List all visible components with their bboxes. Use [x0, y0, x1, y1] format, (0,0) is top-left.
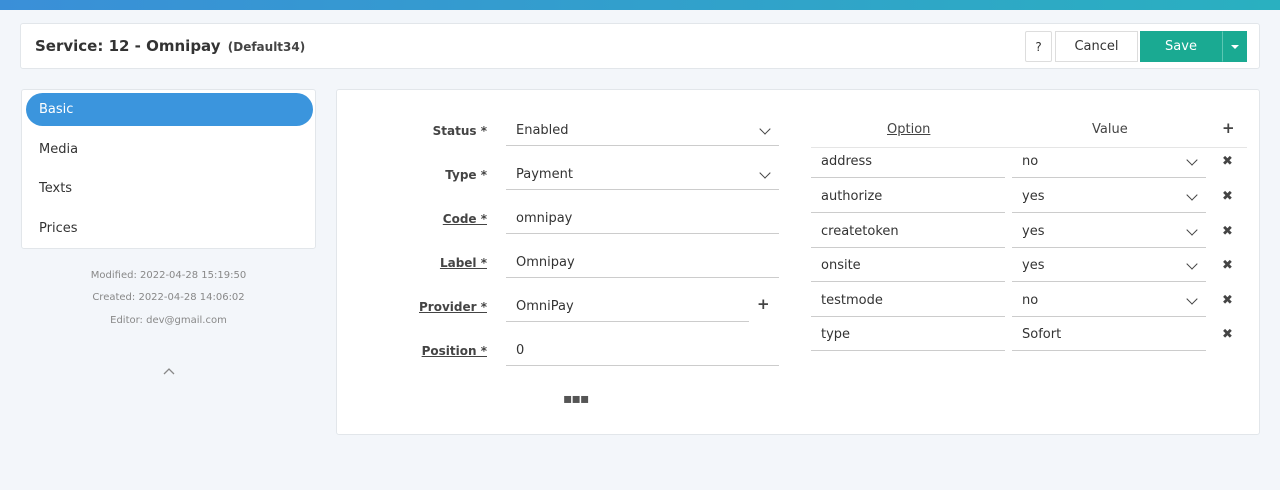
provider-value: OmniPay — [516, 299, 574, 314]
position-label: Position * — [421, 344, 487, 358]
close-icon[interactable]: ✖ — [1222, 189, 1233, 204]
cancel-button[interactable]: Cancel — [1055, 31, 1138, 62]
option-key-input[interactable]: address — [811, 149, 1005, 178]
provider-label: Provider * — [419, 300, 487, 314]
option-key-input[interactable]: type — [811, 322, 1005, 351]
page-header: Service: 12 - Omnipay (Default34) ? Canc… — [20, 23, 1260, 69]
option-value-input[interactable]: Sofort — [1012, 322, 1206, 351]
help-button[interactable]: ? — [1025, 31, 1052, 62]
code-value: omnipay — [516, 211, 573, 226]
more-icon[interactable]: ▪▪▪ — [563, 391, 589, 407]
option-value-select[interactable]: yes — [1012, 219, 1206, 248]
provider-input[interactable]: OmniPay — [506, 293, 749, 322]
label-value: Omnipay — [516, 255, 575, 270]
option-value-select[interactable]: no — [1012, 149, 1206, 178]
option-key-input[interactable]: onsite — [811, 253, 1005, 282]
status-select[interactable]: Enabled — [506, 117, 779, 146]
code-input[interactable]: omnipay — [506, 205, 779, 234]
option-value-select[interactable]: no — [1012, 288, 1206, 317]
chevron-down-icon — [1186, 293, 1198, 305]
service-site: (Default34) — [227, 40, 306, 54]
close-icon[interactable]: ✖ — [1222, 224, 1233, 239]
nav-item-media[interactable]: Media — [26, 133, 313, 166]
save-button[interactable]: Save — [1140, 31, 1222, 62]
value-header: Value — [1092, 122, 1128, 137]
position-value: 0 — [516, 343, 525, 358]
close-icon[interactable]: ✖ — [1222, 293, 1233, 308]
type-value: Payment — [516, 167, 573, 182]
chevron-down-icon — [1186, 258, 1198, 270]
save-options-button[interactable] — [1222, 31, 1247, 62]
chevron-down-icon — [1186, 154, 1198, 166]
chevron-up-icon[interactable] — [163, 365, 175, 378]
created-date: Created: 2022-04-28 14:06:02 — [92, 292, 245, 303]
details-panel: Status * Enabled Type * Payment Code * o… — [336, 89, 1260, 435]
nav-item-basic[interactable]: Basic — [26, 93, 313, 126]
option-value: no — [1022, 154, 1039, 169]
top-accent-bar — [0, 0, 1280, 10]
option-value-select[interactable]: yes — [1012, 184, 1206, 213]
service-title: Service: 12 - Omnipay — [35, 37, 221, 55]
options-divider — [811, 147, 1247, 148]
option-value: yes — [1022, 258, 1045, 273]
position-input[interactable]: 0 — [506, 337, 779, 366]
modified-date: Modified: 2022-04-28 15:19:50 — [90, 270, 247, 281]
close-icon[interactable]: ✖ — [1222, 327, 1233, 342]
option-value-select[interactable]: yes — [1012, 253, 1206, 282]
plus-icon[interactable]: + — [757, 295, 770, 313]
option-value: no — [1022, 293, 1039, 308]
page-title: Service: 12 - Omnipay (Default34) — [35, 37, 305, 55]
label-input[interactable]: Omnipay — [506, 249, 779, 278]
type-select[interactable]: Payment — [506, 161, 779, 190]
option-header[interactable]: Option — [887, 122, 930, 137]
option-key-input[interactable]: testmode — [811, 288, 1005, 317]
option-key-input[interactable]: authorize — [811, 184, 1005, 213]
chevron-down-icon — [759, 167, 771, 179]
status-value: Enabled — [516, 123, 569, 138]
close-icon[interactable]: ✖ — [1222, 258, 1233, 273]
nav-item-texts[interactable]: Texts — [26, 172, 313, 205]
editor-info: Editor: dev@gmail.com — [110, 315, 227, 326]
option-value: yes — [1022, 189, 1045, 204]
type-label: Type * — [445, 168, 487, 182]
chevron-down-icon — [1186, 189, 1198, 201]
nav-item-prices[interactable]: Prices — [26, 212, 313, 245]
option-value: yes — [1022, 224, 1045, 239]
close-icon[interactable]: ✖ — [1222, 154, 1233, 169]
caret-down-icon — [1230, 44, 1239, 49]
option-key-input[interactable]: createtoken — [811, 219, 1005, 248]
code-label: Code * — [442, 212, 487, 226]
add-option-icon[interactable]: + — [1222, 119, 1235, 137]
chevron-down-icon — [759, 123, 771, 135]
chevron-down-icon — [1186, 224, 1198, 236]
status-label: Status * — [432, 124, 487, 138]
section-nav: Basic Media Texts Prices — [21, 89, 316, 249]
label-label: Label * — [439, 256, 487, 270]
